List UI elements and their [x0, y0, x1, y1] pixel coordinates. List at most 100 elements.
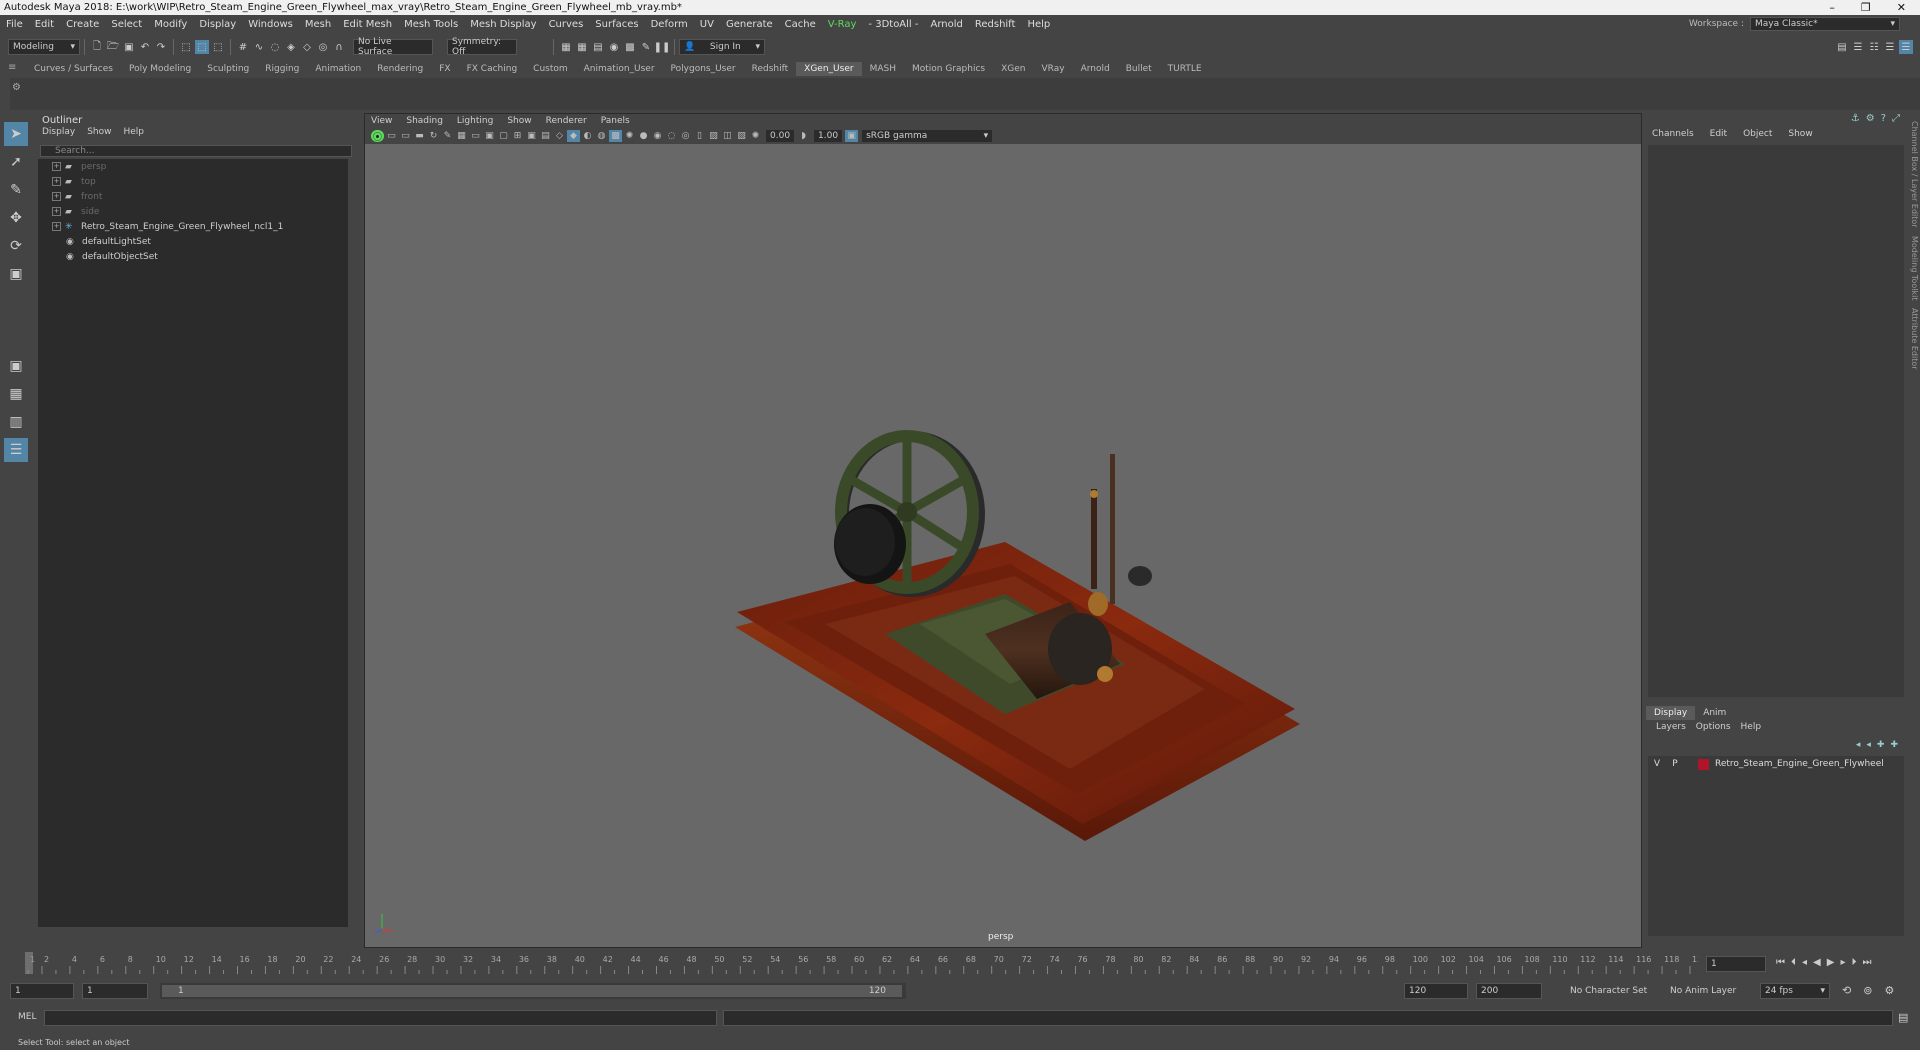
menu-curves[interactable]: Curves	[543, 19, 590, 30]
safe-action-icon[interactable]: ▣	[525, 130, 538, 142]
safe-title-icon[interactable]: ▤	[539, 130, 552, 142]
render-frame-icon[interactable]: ▦	[559, 40, 573, 54]
viewport-menu-shading[interactable]: Shading	[406, 116, 443, 126]
xray-joints-icon[interactable]: ◫	[721, 130, 734, 142]
channel-box-icon[interactable]: ☰	[1883, 40, 1897, 54]
layer-menu-options[interactable]: Options	[1696, 722, 1731, 732]
magnet-icon[interactable]: ∩	[332, 40, 346, 54]
shelf-tab-redshift[interactable]: Redshift	[744, 62, 797, 76]
exposure-field[interactable]: 0.00	[766, 130, 795, 142]
viewport-menu-renderer[interactable]: Renderer	[546, 116, 587, 126]
workspace-dropdown[interactable]: Maya Classic* ▾	[1750, 17, 1900, 31]
single-perspective-layout-icon[interactable]: ▣	[4, 354, 28, 378]
shadows-icon[interactable]: ✺	[623, 130, 636, 142]
shelf-tab-rigging[interactable]: Rigging	[257, 62, 307, 76]
layer-visibility-toggle[interactable]: V	[1648, 759, 1666, 769]
expand-icon[interactable]: +	[52, 222, 61, 231]
open-scene-icon[interactable]: 🗁	[106, 40, 120, 54]
pin-icon[interactable]: ⚓	[1851, 113, 1860, 124]
snap-grid-icon[interactable]: #	[236, 40, 250, 54]
grid-icon[interactable]: ▦	[455, 130, 468, 142]
vray-render-icon[interactable]: ✎	[639, 40, 653, 54]
grease-pencil-icon[interactable]: ✎	[441, 130, 454, 142]
ambient-occlusion-icon[interactable]: ●	[637, 130, 650, 142]
play-forwards-icon[interactable]: ▶	[1827, 957, 1835, 968]
shelf-tab-animation[interactable]: Animation	[307, 62, 369, 76]
shelf-tab-motion-graphics[interactable]: Motion Graphics	[904, 62, 993, 76]
timeline-ticks[interactable]: 1246810121416182022242628303234363840424…	[24, 952, 1698, 974]
go-to-start-icon[interactable]: ⏮	[1776, 957, 1785, 968]
snap-surface-icon[interactable]: ◇	[300, 40, 314, 54]
select-component-icon[interactable]: ⬚	[211, 40, 225, 54]
outliner-search-input[interactable]: Search...	[40, 145, 352, 157]
shelf-tab-vray[interactable]: VRay	[1034, 62, 1073, 76]
select-hierarchy-icon[interactable]: ⬚	[179, 40, 193, 54]
end-time-field[interactable]: 200	[1476, 983, 1542, 999]
menu-mesh[interactable]: Mesh	[299, 19, 337, 30]
menu-help[interactable]: Help	[1021, 19, 1056, 30]
camera-attributes-icon[interactable]: ▭	[385, 130, 398, 142]
menu-surfaces[interactable]: Surfaces	[589, 19, 644, 30]
menu-windows[interactable]: Windows	[242, 19, 299, 30]
2d-pan-zoom-icon[interactable]: ↻	[427, 130, 440, 142]
playback-start-field[interactable]: 1	[82, 983, 148, 999]
outliner-item[interactable]: ◉ defaultLightSet	[38, 234, 348, 249]
render-view-icon[interactable]: ▩	[623, 40, 637, 54]
shelf-tab-mash[interactable]: MASH	[862, 62, 904, 76]
outliner-item[interactable]: ◉ defaultObjectSet	[38, 249, 348, 264]
rotate-tool-icon[interactable]: ⟳	[4, 234, 28, 258]
menu-cache[interactable]: Cache	[779, 19, 822, 30]
bookmark-icon[interactable]: ▭	[399, 130, 412, 142]
shelf-tab-animation-user[interactable]: Animation_User	[576, 62, 663, 76]
anim-layer-dropdown[interactable]: No Anim Layer	[1670, 986, 1736, 996]
hypershade-icon[interactable]: ◉	[607, 40, 621, 54]
shelf-settings-icon[interactable]: ⚙	[12, 82, 21, 93]
select-tool-icon[interactable]: ➤	[4, 122, 28, 146]
layer-menu-layers[interactable]: Layers	[1656, 722, 1686, 732]
outliner-item[interactable]: + ▰ persp	[38, 159, 348, 174]
gamma-field[interactable]: 1.00	[814, 130, 843, 142]
wireframe-icon[interactable]: ◇	[553, 130, 566, 142]
character-set-dropdown[interactable]: No Character Set	[1570, 986, 1647, 996]
outliner-item[interactable]: + ▰ front	[38, 189, 348, 204]
time-slider[interactable]: 1246810121416182022242628303234363840424…	[0, 950, 1920, 978]
shelf-tab-arnold[interactable]: Arnold	[1073, 62, 1118, 76]
menu-mesh-tools[interactable]: Mesh Tools	[398, 19, 464, 30]
snap-curve-icon[interactable]: ∿	[252, 40, 266, 54]
viewport-panel[interactable]: View Shading Lighting Show Renderer Panels ⦿ …	[364, 113, 1642, 948]
gate-mask-icon[interactable]: ▢	[497, 130, 510, 142]
command-input[interactable]	[44, 1010, 717, 1026]
steam-engine-model[interactable]	[365, 144, 1641, 944]
film-gate-icon[interactable]: ▭	[469, 130, 482, 142]
modeling-toolkit-icon[interactable]: ▤	[1835, 40, 1849, 54]
script-editor-icon[interactable]: ▤	[1898, 1011, 1908, 1024]
menu-generate[interactable]: Generate	[720, 19, 779, 30]
four-view-layout-icon[interactable]: ▦	[4, 382, 28, 406]
viewport-menu-view[interactable]: View	[371, 116, 392, 126]
auto-key-icon[interactable]: ⊚	[1863, 984, 1872, 997]
redo-icon[interactable]: ↷	[154, 40, 168, 54]
xray-icon[interactable]: ▨	[707, 130, 720, 142]
expand-icon[interactable]: +	[52, 162, 61, 171]
step-forward-key-icon[interactable]: ⏵	[1851, 957, 1856, 968]
live-surface-field[interactable]: No Live Surface	[353, 37, 433, 57]
pause-icon[interactable]: ❚❚	[654, 40, 671, 54]
field-chart-icon[interactable]: ⊞	[511, 130, 524, 142]
snap-point-icon[interactable]: ◌	[268, 40, 282, 54]
step-back-key-icon[interactable]: ⏴	[1791, 957, 1796, 968]
move-layer-down-icon[interactable]: ◂	[1866, 740, 1871, 750]
fps-dropdown[interactable]: 24 fps ▾	[1760, 983, 1830, 999]
snap-view-icon[interactable]: ◈	[284, 40, 298, 54]
range-bar[interactable]: 1 120	[160, 983, 906, 999]
outliner-item[interactable]: + ✳ Retro_Steam_Engine_Green_Flywheel_ncl1…	[38, 219, 348, 234]
close-button[interactable]: ✕	[1897, 1, 1906, 14]
layer-tab-display[interactable]: Display	[1646, 706, 1696, 720]
smooth-shade-icon[interactable]: ◆	[567, 130, 580, 142]
layer-row[interactable]: V P Retro_Steam_Engine_Green_Flywheel	[1648, 756, 1904, 772]
outliner-layout-icon[interactable]: ☰	[4, 438, 28, 462]
channel-menu-channels[interactable]: Channels	[1652, 129, 1694, 143]
xray-active-icon[interactable]: ▧	[735, 130, 748, 142]
outliner-menu-show[interactable]: Show	[87, 127, 111, 141]
channel-menu-show[interactable]: Show	[1788, 129, 1812, 143]
side-tab-channel-box-layer-editor[interactable]: Channel Box / Layer Editor	[1910, 121, 1919, 228]
